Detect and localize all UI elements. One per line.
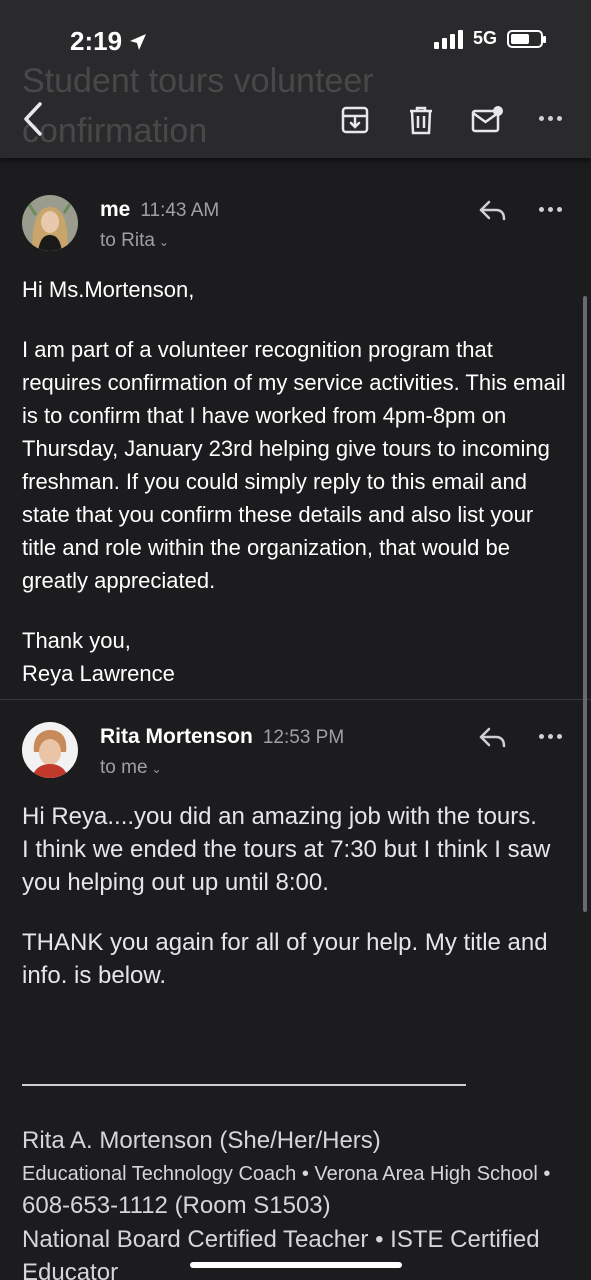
trash-icon[interactable]: [404, 103, 438, 137]
recipient-dropdown[interactable]: to me ⌄: [100, 757, 162, 779]
reply-body: Hi Reya....you did an amazing job with t…: [22, 800, 578, 992]
back-icon[interactable]: [16, 100, 50, 138]
reply-icon[interactable]: [478, 725, 508, 751]
email-signature: Rita A. Mortenson (She/Her/Hers) Educati…: [22, 1124, 562, 1280]
status-time: 2:19: [70, 26, 148, 57]
signature-divider: [22, 1084, 466, 1086]
chevron-down-icon: ⌄: [151, 762, 162, 776]
message-body: Hi Ms.Mortenson, I am part of a voluntee…: [22, 273, 570, 690]
message-time: 11:43 AM: [140, 200, 220, 221]
reply-line: THANK you again for all of your help. My…: [22, 929, 548, 989]
closing-signature: Reya Lawrence: [22, 661, 175, 686]
home-indicator[interactable]: [190, 1262, 402, 1268]
email-thread-screen: 2:19 5G Student tours volunteer confirma…: [0, 0, 591, 1280]
closing-line: Thank you,: [22, 628, 131, 653]
sender-name: me 11:43 AM: [100, 198, 220, 221]
header-more-icon[interactable]: [539, 116, 565, 124]
chevron-down-icon: ⌄: [158, 235, 169, 249]
signature-role: Educational Technology Coach • Verona Ar…: [22, 1163, 551, 1219]
mark-unread-icon[interactable]: [470, 103, 504, 137]
sender-name: Rita Mortenson 12:53 PM: [100, 725, 345, 748]
message-divider: [0, 699, 591, 700]
top-header: 2:19 5G Student tours volunteer confirma…: [0, 0, 591, 158]
status-indicators: 5G: [433, 28, 546, 49]
archive-icon[interactable]: [338, 103, 372, 137]
signature-certification: National Board Certified Teacher • ISTE …: [22, 1226, 540, 1280]
body-paragraph: I am part of a volunteer recognition pro…: [22, 337, 566, 593]
message-time: 12:53 PM: [262, 727, 345, 748]
greeting: Hi Ms.Mortenson,: [22, 277, 195, 302]
scrollbar[interactable]: [583, 296, 587, 912]
location-arrow-icon: [130, 33, 147, 50]
reply-line: I think we ended the tours at 7:30 but I…: [22, 836, 551, 896]
signature-phone[interactable]: 608-653-1112 (Room S1503): [22, 1192, 331, 1219]
signal-icon: [433, 29, 463, 49]
signature-name: Rita A. Mortenson (She/Her/Hers): [22, 1127, 381, 1154]
message-more-icon[interactable]: [539, 734, 565, 742]
reply-icon[interactable]: [478, 198, 508, 224]
message-more-icon[interactable]: [539, 207, 565, 215]
battery-icon: [507, 29, 546, 48]
clock-text: 2:19: [70, 26, 123, 56]
reply-line: Hi Reya....you did an amazing job with t…: [22, 803, 537, 830]
network-label: 5G: [472, 28, 497, 48]
avatar-rita[interactable]: [22, 722, 78, 778]
avatar-me[interactable]: [22, 195, 78, 251]
recipient-dropdown[interactable]: to Rita ⌄: [100, 230, 169, 252]
